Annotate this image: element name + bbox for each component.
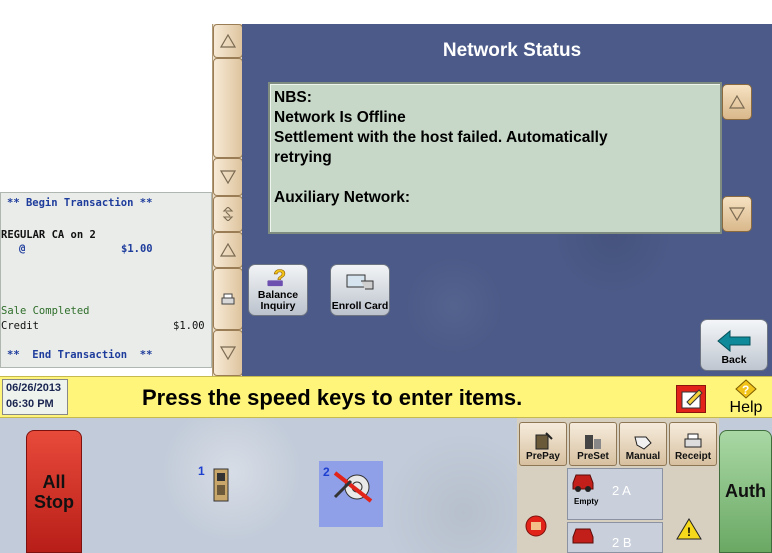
svg-text:!: ! bbox=[687, 525, 691, 539]
network-status-panel: Network Status NBS: Network Is Offline S… bbox=[242, 24, 772, 376]
car-icon bbox=[572, 474, 594, 492]
strip-spacer-button[interactable] bbox=[213, 58, 243, 158]
warning-button[interactable]: ! bbox=[676, 518, 702, 540]
receipt-scroll-button[interactable] bbox=[213, 196, 243, 232]
auth-label: Auth bbox=[725, 481, 766, 501]
up-down-arrow-icon bbox=[222, 207, 234, 221]
prepay-icon bbox=[535, 432, 553, 450]
time-text: 06:30 PM bbox=[6, 398, 54, 410]
balance-inquiry-button[interactable]: ? Balance Inquiry bbox=[248, 264, 308, 316]
triangle-up-icon bbox=[220, 243, 236, 257]
fuel-sale-2b[interactable]: 2 B bbox=[567, 522, 663, 553]
warning-icon: ! bbox=[676, 518, 702, 540]
prepay-button[interactable]: PrePay bbox=[519, 422, 567, 466]
pos-2b-label: 2 B bbox=[612, 535, 632, 550]
balance-inquiry-label-2: Inquiry bbox=[260, 300, 296, 312]
printer-icon bbox=[221, 293, 235, 305]
auth-button[interactable]: Auth bbox=[719, 430, 772, 553]
empty-label: Empty bbox=[574, 497, 599, 506]
receipt-sale-completed: Sale Completed bbox=[1, 305, 90, 317]
enroll-card-button[interactable]: Enroll Card bbox=[330, 264, 390, 316]
message-line: Auxiliary Network: bbox=[274, 189, 411, 206]
preset-icon bbox=[585, 435, 601, 449]
triangle-up-icon bbox=[729, 95, 745, 109]
triangle-up-icon bbox=[220, 34, 236, 48]
receipt-at: @ bbox=[19, 243, 26, 255]
preset-button[interactable]: PreSet bbox=[569, 422, 617, 466]
back-arrow-icon bbox=[717, 329, 751, 353]
receipt-journal[interactable]: ** Begin Transaction ** REGULAR CA on 2 … bbox=[0, 192, 212, 368]
strip-scroll-up-button[interactable] bbox=[213, 24, 243, 58]
date-text: 06/26/2013 bbox=[6, 382, 62, 394]
receipt-scroll-up-button[interactable] bbox=[213, 232, 243, 268]
journal-scroll-strip bbox=[212, 24, 243, 376]
stop-hand-button[interactable] bbox=[522, 514, 550, 538]
receipt-button[interactable]: Receipt bbox=[669, 422, 717, 466]
manual-button[interactable]: Manual bbox=[619, 422, 667, 466]
pump-2-number: 2 bbox=[323, 465, 330, 479]
status-bar: 06/26/2013 06:30 PM Press the speed keys… bbox=[0, 376, 772, 418]
strip-scroll-down-button[interactable] bbox=[213, 158, 243, 196]
triangle-down-icon bbox=[220, 346, 236, 360]
message-scroll-up-button[interactable] bbox=[722, 84, 752, 120]
fuel-pump-icon bbox=[213, 468, 229, 502]
receipt-item: REGULAR CA on 2 bbox=[1, 229, 96, 241]
preset-label: PreSet bbox=[577, 451, 609, 462]
pump-offline-icon bbox=[333, 471, 373, 503]
help-diamond-icon: ? bbox=[735, 379, 757, 399]
network-status-message-box: NBS: Network Is Offline Settlement with … bbox=[268, 82, 722, 234]
date-time-display: 06/26/2013 06:30 PM bbox=[2, 379, 68, 415]
prepay-label: PrePay bbox=[526, 451, 560, 462]
receipt-label: Receipt bbox=[674, 451, 712, 462]
all-stop-button[interactable]: All Stop bbox=[26, 430, 82, 553]
receipt-begin: ** Begin Transaction ** bbox=[7, 197, 153, 209]
message-scroll-down-button[interactable] bbox=[722, 196, 752, 232]
back-button[interactable]: Back bbox=[700, 319, 768, 371]
back-label: Back bbox=[721, 354, 747, 366]
receipt-tender: Credit bbox=[1, 320, 39, 332]
receipt-scroll-down-button[interactable] bbox=[213, 330, 243, 376]
pos-screen: ** Begin Transaction ** REGULAR CA on 2 … bbox=[0, 0, 772, 553]
message-line: retrying bbox=[274, 149, 332, 166]
help-button[interactable]: ? Help bbox=[722, 379, 770, 417]
hand-pointer-icon bbox=[634, 436, 652, 450]
card-swipe-icon bbox=[346, 274, 374, 290]
network-status-title: Network Status bbox=[442, 40, 582, 61]
receipt-end: ** End Transaction ** bbox=[7, 349, 153, 361]
message-line: Settlement with the host failed. Automat… bbox=[274, 129, 608, 146]
message-line: NBS: bbox=[274, 89, 312, 106]
fuel-sale-2a[interactable]: Empty 2 A bbox=[567, 468, 663, 520]
question-mark-icon: ? bbox=[267, 266, 286, 288]
enroll-card-label: Enroll Card bbox=[331, 300, 389, 312]
triangle-down-icon bbox=[729, 207, 745, 221]
car-icon bbox=[572, 528, 594, 544]
all-stop-label-1: All bbox=[42, 471, 66, 492]
receipt-tender-amount: $1.00 bbox=[173, 320, 205, 332]
pump-1-number: 1 bbox=[198, 464, 205, 478]
receipt-printer-icon bbox=[684, 433, 702, 448]
pencil-note-icon bbox=[681, 389, 703, 409]
pump-1-button[interactable] bbox=[212, 467, 230, 503]
pump-2-button[interactable]: 2 bbox=[319, 461, 383, 527]
prompt-message: Press the speed keys to enter items. bbox=[142, 385, 523, 410]
print-receipt-button[interactable] bbox=[213, 268, 243, 330]
pos-2a-label: 2 A bbox=[612, 483, 631, 498]
stop-hand-icon bbox=[525, 515, 547, 537]
triangle-down-icon bbox=[220, 170, 236, 184]
notification-button[interactable] bbox=[676, 385, 706, 413]
svg-text:?: ? bbox=[742, 383, 749, 397]
receipt-item-price: $1.00 bbox=[121, 243, 153, 255]
manual-label: Manual bbox=[625, 451, 661, 462]
help-label: Help bbox=[729, 399, 763, 416]
message-line: Network Is Offline bbox=[274, 109, 406, 126]
all-stop-label-2: Stop bbox=[34, 491, 74, 512]
